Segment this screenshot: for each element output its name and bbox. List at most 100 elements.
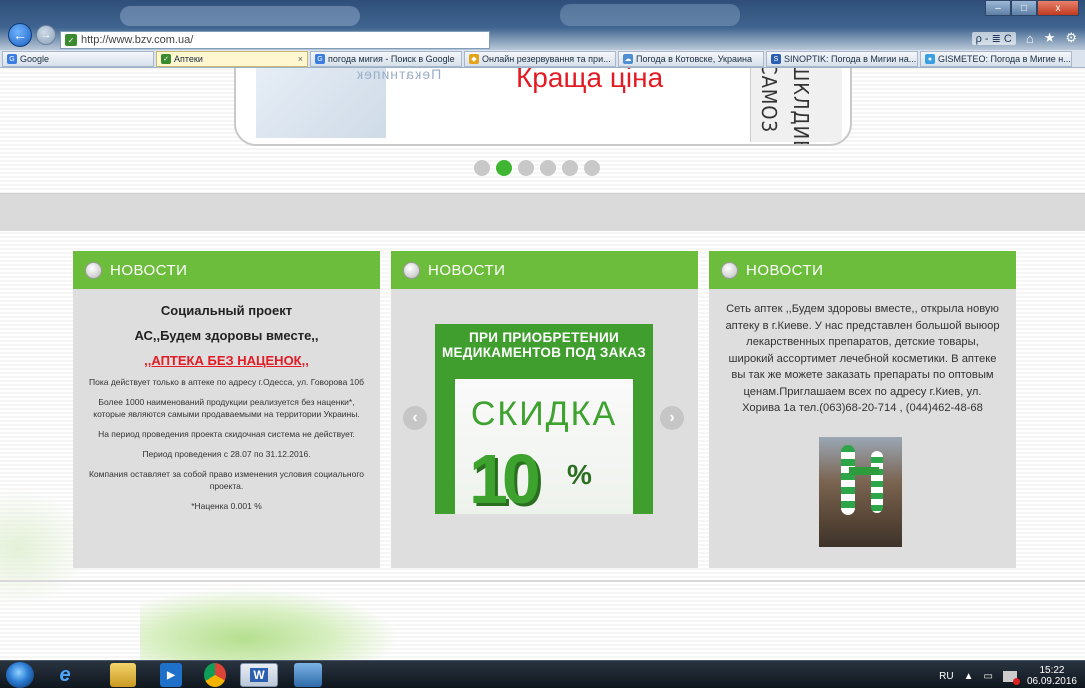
slider-dot-active[interactable] [496, 160, 512, 176]
home-icon[interactable]: ⌂ [1026, 31, 1034, 46]
clock-time: 15:22 [1039, 665, 1065, 676]
balloon-column [871, 451, 883, 513]
footer-divider [0, 580, 1085, 582]
titlebar-background [560, 4, 740, 26]
tab-google[interactable]: G Google [2, 51, 154, 67]
card-paragraph: Период проведения с 28.07 по 31.12.2016. [142, 449, 311, 459]
site-icon: ✓ [161, 54, 171, 64]
tab-gismeteo[interactable]: ● GISMETEO: Погода в Мигие н... [920, 51, 1072, 67]
chrome-icon[interactable] [204, 663, 226, 687]
balloon-column [841, 445, 855, 515]
promo-banner[interactable]: ПРИ ПРИОБРЕТЕНИИ МЕДИКАМЕНТОВ ПОД ЗАКАЗ … [435, 324, 653, 518]
card-body: Социальный проект АС,,Будем здоровы вмес… [73, 289, 380, 512]
promo-discount-box: СКИДКА 10 % [455, 379, 633, 518]
tab-strip: G Google ✓ Аптеки × G погода мигия - Пои… [0, 50, 1085, 68]
slide-vertical-text: ШКЛДИВЫ [789, 68, 813, 146]
slider-dot[interactable] [474, 160, 490, 176]
close-window-button[interactable]: x [1037, 0, 1079, 16]
address-bar[interactable]: ✓ http://www.bzv.com.ua/ [60, 31, 490, 49]
screen-icon[interactable] [294, 663, 322, 687]
card-paragraph: Компания оставляет за собой право измене… [88, 469, 364, 491]
promo-word: СКИДКА [470, 395, 618, 433]
site-icon: ✓ [65, 34, 77, 46]
clock[interactable]: 15:22 06.09.2016 [1027, 665, 1077, 687]
card-subtitle: АС,,Будем здоровы вместе,, [134, 328, 319, 343]
tab-sinoptik[interactable]: S SINOPTIK: Погода в Мигии на... [766, 51, 918, 67]
card-header: НОВОСТИ [709, 251, 1016, 289]
promo-top-text: ПРИ ПРИОБРЕТЕНИИ МЕДИКАМЕНТОВ ПОД ЗАКАЗ [441, 330, 647, 360]
leaf-decoration [140, 588, 400, 660]
tray-arrow-icon[interactable]: ▲ [964, 671, 974, 682]
google-icon: G [7, 54, 17, 64]
file-explorer-icon[interactable] [110, 663, 136, 687]
language-indicator[interactable]: RU [939, 671, 953, 682]
slider-dots [474, 160, 600, 176]
toolbar-right: ρ - ≣ C ⌂ ★ ⚙ [971, 30, 1077, 46]
promo-percent: % [567, 459, 592, 490]
slider-dot[interactable] [540, 160, 556, 176]
tab-booking[interactable]: ◆ Онлайн резервування та при... [464, 51, 616, 67]
slider-dot[interactable] [562, 160, 578, 176]
card-header: НОВОСТИ [391, 251, 698, 289]
pharmacy-photo[interactable] [819, 437, 902, 547]
internet-explorer-icon[interactable]: e [46, 663, 84, 687]
minimize-button[interactable]: – [985, 0, 1011, 16]
word-icon[interactable]: W [240, 663, 278, 687]
network-icon[interactable]: ▭ [983, 671, 992, 682]
slider-dot[interactable] [584, 160, 600, 176]
pharmacy-sign [849, 467, 879, 475]
card-header: НОВОСТИ [73, 251, 380, 289]
titlebar-background [120, 6, 360, 26]
card-title: Социальный проект [160, 303, 293, 318]
next-arrow-icon[interactable]: › [660, 406, 684, 430]
gismeteo-icon: ● [925, 54, 935, 64]
sinoptik-icon: S [771, 54, 781, 64]
media-player-icon[interactable]: ▶ [160, 663, 182, 687]
browser-titlebar: – □ x ← → ✓ http://www.bzv.com.ua/ ρ - ≣… [0, 0, 1085, 50]
system-tray: RU ▲ ▭ 15:22 06.09.2016 [939, 665, 1077, 687]
windows-taskbar: e ▶ W RU ▲ ▭ 15:22 06.09.2016 [0, 660, 1085, 688]
news-card-promo: НОВОСТИ ПРИ ПРИОБРЕТЕНИИ МЕДИКАМЕНТОВ ПО… [391, 251, 698, 568]
tab-apteki[interactable]: ✓ Аптеки × [156, 51, 308, 67]
card-heading: НОВОСТИ [428, 261, 506, 279]
search-refresh-controls[interactable]: ρ - ≣ C [971, 31, 1016, 45]
banner-slider[interactable]: Пекатнипек Краща ціна САМОЗ ШКЛДИВЫ [234, 68, 852, 146]
window-controls: – □ x [985, 0, 1079, 16]
close-tab-icon[interactable]: × [298, 54, 303, 64]
promo-number: 10 [469, 440, 541, 518]
favorites-icon[interactable]: ★ [1044, 30, 1056, 46]
bullet-icon [721, 261, 738, 279]
tab-search[interactable]: G погода мигия - Поиск в Google [310, 51, 462, 67]
slide-headline: Краща ціна [516, 68, 664, 93]
back-button[interactable]: ← [8, 23, 32, 47]
page-content: Пекатнипек Краща ціна САМОЗ ШКЛДИВЫ НОВО… [0, 68, 1085, 660]
card-heading: НОВОСТИ [746, 261, 824, 279]
clock-date: 06.09.2016 [1026, 676, 1077, 687]
card-heading: НОВОСТИ [110, 261, 188, 279]
weather-icon: ☁ [623, 54, 633, 64]
action-center-icon[interactable] [1002, 670, 1020, 685]
news-card-social-project: НОВОСТИ Социальный проект АС,,Будем здор… [73, 251, 380, 568]
slide-vertical-text: САМОЗ [757, 68, 781, 134]
card-paragraph: Пока действует только в аптеке по адресу… [89, 377, 364, 387]
slide-vertical-panel: САМОЗ ШКЛДИВЫ [750, 68, 842, 144]
prev-arrow-icon[interactable]: ‹ [403, 406, 427, 430]
slider-dot[interactable] [518, 160, 534, 176]
google-icon: G [315, 54, 325, 64]
start-button[interactable] [6, 662, 34, 688]
bullet-icon [85, 261, 102, 279]
gear-icon[interactable]: ⚙ [1065, 30, 1077, 46]
bullet-icon [403, 261, 420, 279]
gray-band [0, 193, 1085, 231]
maximize-button[interactable]: □ [1011, 0, 1037, 16]
card-paragraph: Более 1000 наименований продукции реализ… [93, 397, 360, 419]
tab-weather[interactable]: ☁ Погода в Котовске, Украина [618, 51, 764, 67]
card-footnote: *Наценка 0.001 % [191, 501, 262, 511]
address-url: http://www.bzv.com.ua/ [81, 34, 194, 46]
news-card-kiev-opening: НОВОСТИ Сеть аптек ,,Будем здоровы вмест… [709, 251, 1016, 568]
shield-icon: ◆ [469, 54, 479, 64]
no-markup-link[interactable]: ,,АПТЕКА БЕЗ НАЦЕНОК,, [87, 353, 366, 368]
forward-button[interactable]: → [36, 25, 56, 45]
slide-product-text: Пекатнипек [356, 68, 442, 82]
card-text: Сеть аптек ,,Будем здоровы вместе,, откр… [725, 303, 1000, 414]
